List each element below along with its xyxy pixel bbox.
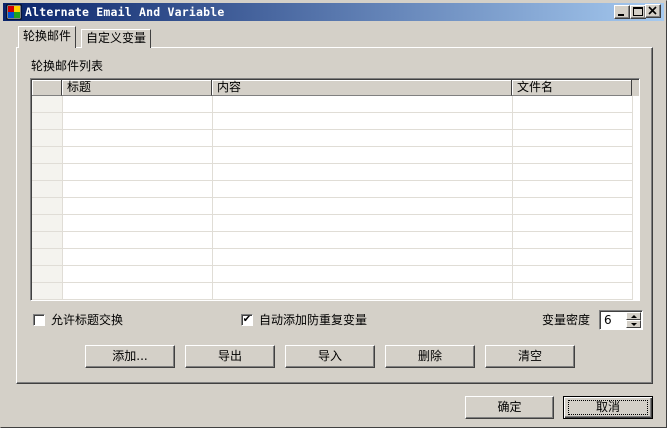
ok-button[interactable]: 确定 — [465, 396, 554, 419]
window-close-button[interactable] — [645, 4, 661, 18]
tab-panel — [16, 47, 653, 384]
cancel-button[interactable]: 取消 — [563, 396, 653, 419]
app-icon — [6, 4, 22, 20]
tab-custom-variables[interactable]: 自定义变量 — [81, 29, 152, 48]
dialog-window: Alternate Email And Variable 轮换邮件 自定义变量 … — [0, 0, 667, 428]
minimize-icon — [618, 14, 624, 16]
close-icon — [648, 6, 657, 15]
tab-rotate-mail-label: 轮换邮件 — [23, 29, 72, 43]
window-title: Alternate Email And Variable — [25, 5, 225, 19]
maximize-icon — [633, 7, 643, 16]
tab-rotate-mail[interactable]: 轮换邮件 — [18, 26, 77, 48]
title-bar[interactable]: Alternate Email And Variable — [3, 3, 664, 21]
focus-ring — [568, 400, 648, 415]
minimize-button[interactable] — [614, 5, 630, 19]
tab-custom-variables-label: 自定义变量 — [86, 31, 147, 45]
maximize-button[interactable] — [630, 5, 646, 19]
